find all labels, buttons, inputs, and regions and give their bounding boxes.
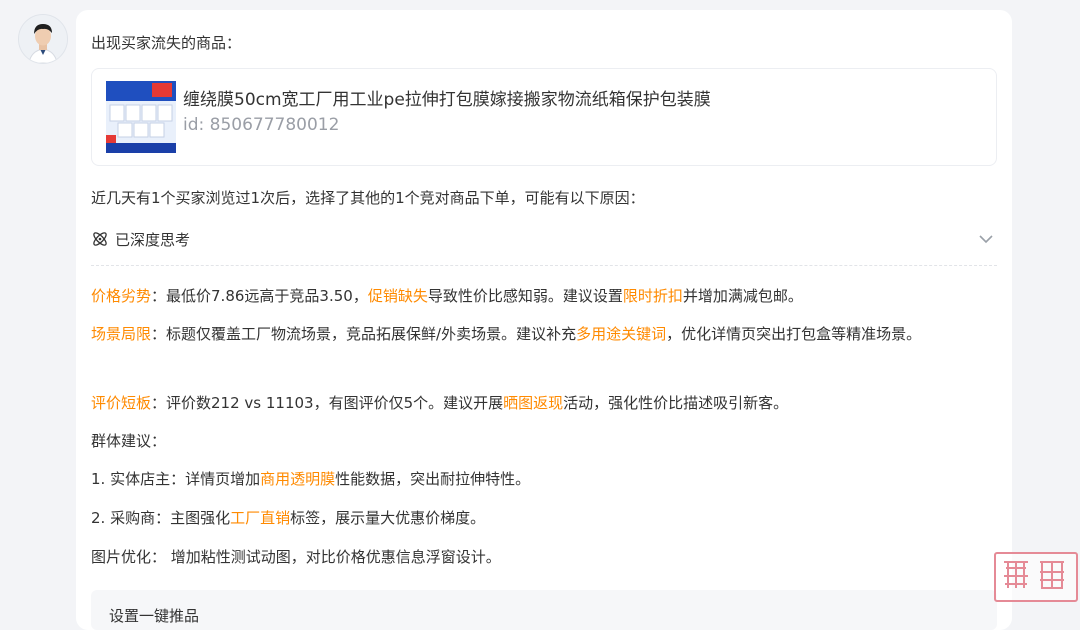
group-advice-header: 群体建议： [91, 432, 167, 450]
highlight-keyword: 多用途关键词 [576, 325, 667, 343]
product-id: id: 850677780012 [183, 115, 340, 135]
user-avatar [18, 14, 68, 64]
loss-summary-text: 近几天有1个买家浏览过1次后，选择了其他的1个竞对商品下单，可能有以下原因： [91, 189, 645, 207]
seal-stamp-icon [1004, 561, 1064, 589]
reason-title: 场景局限 [91, 325, 152, 343]
reason-text: ：评价数212 vs 11103，有图评价仅5个。建议开展 [151, 394, 504, 412]
atom-icon [93, 232, 107, 246]
product-image-icon [106, 81, 176, 153]
reason-text: 活动，强化性价比描述吸引新客。 [563, 394, 789, 412]
watermark-seal [994, 552, 1078, 602]
reason-title: 价格劣势 [91, 287, 152, 305]
reason-text: ，优化详情页突出打包盒等精准场景。 [666, 325, 922, 343]
advice-text: 性能数据，突出耐拉伸特性。 [335, 470, 531, 488]
product-thumbnail[interactable] [106, 81, 176, 153]
advice-text: 1. 实体店主：详情页增加 [91, 470, 261, 488]
reason-text: ：标题仅覆盖工厂物流场景，竞品拓展保鲜/外卖场景。建议补充 [151, 325, 577, 343]
chevron-down-icon[interactable] [977, 230, 995, 248]
group-advice-item: 1. 实体店主：详情页增加商用透明膜性能数据，突出耐拉伸特性。 [91, 467, 997, 491]
reason-text: ：最低价7.86远高于竞品3.50， [151, 287, 368, 305]
reason-review: 评价短板：评价数212 vs 11103，有图评价仅5个。建议开展晒图返现活动，… [91, 391, 997, 415]
deep-thinking-toggle[interactable]: 已深度思考 [91, 228, 997, 254]
highlight-keyword: 促销缺失 [367, 287, 428, 305]
advice-text: 2. 采购商：主图强化 [91, 509, 231, 527]
product-title[interactable]: 缠绕膜50cm宽工厂用工业pe拉伸打包膜嫁接搬家物流纸箱保护包装膜 [183, 85, 711, 110]
advice-text: 标签，展示量大优惠价梯度。 [290, 509, 486, 527]
push-product-button[interactable]: 设置一键推品 [91, 590, 997, 630]
reason-text: 并增加满减包邮。 [682, 287, 803, 305]
reason-title: 评价短板 [91, 394, 152, 412]
highlight-keyword: 工厂直销 [230, 509, 291, 527]
highlight-keyword: 限时折扣 [622, 287, 683, 305]
intro-text: 出现买家流失的商品： [91, 34, 242, 52]
reason-scene: 场景局限：标题仅覆盖工厂物流场景，竞品拓展保鲜/外卖场景。建议补充多用途关键词，… [91, 322, 997, 346]
highlight-keyword: 商用透明膜 [260, 470, 336, 488]
product-card[interactable]: 缠绕膜50cm宽工厂用工业pe拉伸打包膜嫁接搬家物流纸箱保护包装膜 id: 85… [91, 68, 997, 166]
highlight-keyword: 晒图返现 [503, 394, 564, 412]
push-product-label: 设置一键推品 [109, 607, 200, 625]
section-divider [91, 265, 997, 266]
group-advice-item: 2. 采购商：主图强化工厂直销标签，展示量大优惠价梯度。 [91, 506, 997, 530]
person-avatar-icon [19, 15, 67, 63]
reason-text: 导致性价比感知弱。建议设置 [427, 287, 623, 305]
reason-price: 价格劣势：最低价7.86远高于竞品3.50，促销缺失导致性价比感知弱。建议设置限… [91, 284, 997, 308]
chat-message-card: 出现买家流失的商品： 缠绕膜50cm宽工厂用工业pe拉伸打包膜嫁接搬家物流纸箱保… [76, 10, 1012, 630]
deep-thinking-label: 已深度思考 [115, 231, 191, 249]
image-optimization-text: 图片优化： 增加粘性测试动图，对比价格优惠信息浮窗设计。 [91, 548, 501, 566]
